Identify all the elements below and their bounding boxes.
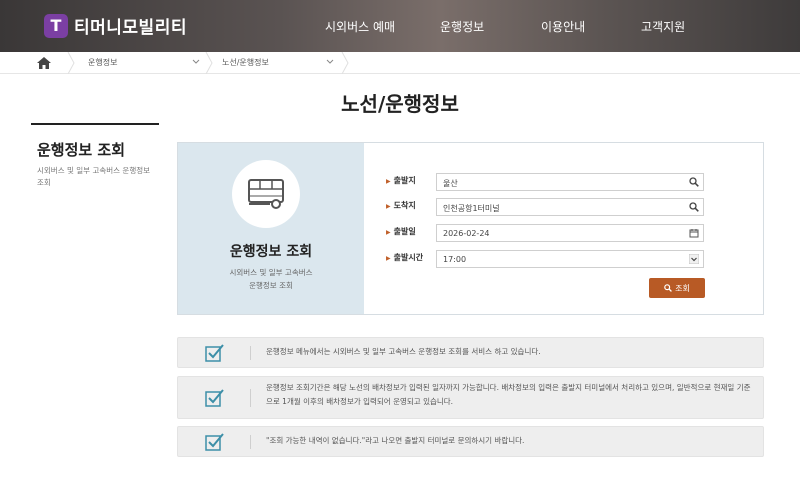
notice-text: 운행정보 조회기간은 해당 노선의 배차정보가 입력된 일자까지 가능합니다. … [266, 383, 751, 407]
departure-input[interactable]: 울산 [436, 173, 704, 191]
nav-bus-reservation[interactable]: 시외버스 예매 [325, 18, 395, 35]
page-title: 노선/운행정보 [341, 92, 459, 116]
departure-label: ▶ 출발지 [386, 176, 416, 185]
breadcrumb: 운행정보 노선/운행정보 [0, 52, 800, 74]
date-row: ▶ 출발일 2026-02-24 [386, 224, 706, 242]
notice-box: "조회 가능한 내역이 없습니다."라고 나오면 출발지 터미널로 문의하시기 … [177, 426, 764, 457]
search-icon[interactable] [689, 202, 699, 212]
panel-subtitle-line1: 시외버스 및 일부 고속버스 [229, 268, 313, 277]
chevron-down-icon[interactable] [192, 57, 200, 67]
notice-text: 운행정보 메뉴에서는 시외버스 및 일부 고속버스 운행정보 조회를 서비스 하… [266, 347, 541, 356]
home-icon[interactable] [37, 57, 51, 69]
nav-usage-guide[interactable]: 이용안내 [541, 18, 585, 35]
top-header: T 티머니모빌리티 시외버스 예매 운행정보 이용안내 고객지원 [0, 0, 800, 52]
bus-icon-circle [232, 160, 300, 228]
arrival-input[interactable]: 인천공항1터미널 [436, 198, 704, 216]
nav-customer-support[interactable]: 고객지원 [641, 18, 685, 35]
sidebar-divider [31, 123, 159, 125]
notice-box: 운행정보 메뉴에서는 시외버스 및 일부 고속버스 운행정보 조회를 서비스 하… [177, 337, 764, 368]
arrival-row: ▶ 도착지 인천공항1터미널 [386, 198, 706, 216]
breadcrumb-divider-icon [67, 52, 75, 74]
time-select[interactable]: 17:00 [436, 250, 704, 268]
notice-text: "조회 가능한 내역이 없습니다."라고 나오면 출발지 터미널로 문의하시기 … [266, 436, 525, 445]
sidebar-title: 운행정보 조회 [37, 141, 126, 159]
checkbox-check-icon [205, 344, 224, 362]
notice-box: 운행정보 조회기간은 해당 노선의 배차정보가 입력된 일자까지 가능합니다. … [177, 376, 764, 419]
notice-divider [250, 346, 251, 360]
date-input[interactable]: 2026-02-24 [436, 224, 704, 242]
nav-operation-info[interactable]: 운행정보 [440, 18, 484, 35]
main-nav: 시외버스 예매 운행정보 이용안내 고객지원 [0, 18, 800, 34]
panel-title: 운행정보 조회 [229, 244, 313, 260]
time-label: ▶ 출발시간 [386, 253, 424, 262]
breadcrumb-divider-icon [341, 52, 349, 74]
breadcrumb-item-operation[interactable]: 운행정보 [88, 57, 117, 68]
search-button[interactable]: 조회 [649, 278, 705, 298]
checkbox-check-icon [205, 389, 224, 407]
breadcrumb-divider-icon [205, 52, 213, 74]
checkbox-check-icon [205, 433, 224, 451]
search-icon [664, 284, 673, 292]
notice-divider [250, 389, 251, 407]
panel-subtitle-line2: 운행정보 조회 [249, 280, 293, 290]
chevron-down-icon[interactable] [689, 254, 699, 264]
panel-intro: 운행정보 조회 시외버스 및 일부 고속버스 운행정보 조회 [178, 143, 364, 314]
search-icon[interactable] [689, 177, 699, 187]
sidebar-description: 시외버스 및 일부 고속버스 운행정보 조회 [37, 166, 151, 187]
calendar-icon[interactable] [689, 228, 699, 238]
date-label: ▶ 출발일 [386, 227, 416, 236]
notice-divider [250, 435, 251, 449]
arrival-label: ▶ 도착지 [386, 201, 416, 210]
chevron-down-icon[interactable] [326, 57, 334, 67]
search-button-label: 조회 [675, 283, 690, 293]
search-panel: 운행정보 조회 시외버스 및 일부 고속버스 운행정보 조회 ▶ 출발지 울산 ▶… [177, 142, 764, 315]
departure-row: ▶ 출발지 울산 [386, 173, 706, 191]
panel-subtitle: 시외버스 및 일부 고속버스 운행정보 조회 [178, 267, 364, 293]
bus-icon [248, 179, 284, 209]
time-row: ▶ 출발시간 17:00 [386, 250, 706, 268]
breadcrumb-item-route[interactable]: 노선/운행정보 [222, 57, 269, 68]
